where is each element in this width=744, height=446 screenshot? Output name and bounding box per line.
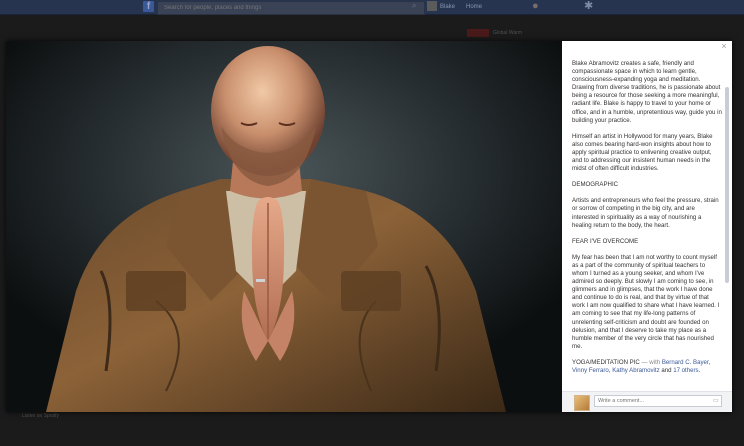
top-navigation-bar: f ⌕ Blake Home ● ✱ bbox=[0, 0, 744, 15]
tagged-person-link[interactable]: Kathy Abramovitz bbox=[612, 367, 659, 374]
tag-and: and bbox=[659, 367, 674, 374]
background-row-label: Global Warm bbox=[493, 30, 522, 36]
description-heading: DEMOGRAPHIC bbox=[572, 181, 619, 189]
photo[interactable] bbox=[6, 41, 562, 412]
search-icon[interactable]: ⌕ bbox=[412, 2, 420, 10]
tagged-others-link[interactable]: 17 others bbox=[673, 367, 698, 374]
photo-tags: YOGA/MEDITATION PIC — with Bernard C. Ba… bbox=[572, 359, 722, 375]
tagged-person-link[interactable]: Bernard C. Bayer bbox=[662, 359, 709, 366]
photo-description: Blake Abramovitz creates a safe, friendl… bbox=[572, 60, 722, 390]
close-icon[interactable]: × bbox=[720, 42, 728, 51]
description-paragraph: Blake Abramovitz creates a safe, friendl… bbox=[572, 60, 722, 124]
photo-viewer: × Blake Abramovitz creates a safe, frien… bbox=[6, 41, 732, 412]
tag-separator: , bbox=[708, 358, 711, 366]
photo-details-panel: × Blake Abramovitz creates a safe, frien… bbox=[562, 41, 732, 412]
background-item: Listen on Spotify bbox=[22, 413, 59, 419]
background-post-text bbox=[235, 412, 465, 446]
comment-bar: ▭ bbox=[562, 391, 732, 412]
camera-icon[interactable]: ▭ bbox=[713, 397, 719, 405]
comment-input[interactable] bbox=[594, 395, 722, 407]
facebook-logo-icon[interactable]: f bbox=[143, 1, 154, 12]
praying-man-photo bbox=[6, 41, 562, 412]
description-paragraph: Himself an artist in Hollywood for many … bbox=[572, 132, 713, 173]
avatar bbox=[574, 395, 590, 411]
tag-caption: YOGA/MEDITATION PIC bbox=[572, 358, 640, 366]
background-thumbnail bbox=[467, 28, 489, 37]
tag-period: . bbox=[698, 367, 701, 374]
background-row: Global Warm bbox=[467, 28, 577, 38]
description-paragraph: My fear has been that I am not worthy to… bbox=[572, 253, 720, 350]
tagged-person-link[interactable]: Vinny Ferraro bbox=[572, 367, 609, 374]
profile-name: Blake bbox=[440, 4, 456, 10]
background-right-column: Global Warm bbox=[467, 18, 577, 38]
description-paragraph: Artists and entrepreneurs who feel the p… bbox=[572, 197, 719, 229]
description-heading: FEAR I'VE OVERCOME bbox=[572, 237, 639, 245]
background-left-bottom: Listen on Spotify bbox=[22, 412, 59, 421]
notifications-globe-icon[interactable]: ● bbox=[532, 0, 539, 13]
tag-with: — with bbox=[639, 358, 662, 366]
background-row bbox=[467, 18, 577, 28]
description-scrollbar[interactable] bbox=[725, 87, 729, 283]
profile-link[interactable]: Blake bbox=[427, 1, 455, 13]
home-link[interactable]: Home bbox=[466, 1, 482, 13]
avatar bbox=[427, 1, 437, 12]
settings-gear-icon[interactable]: ✱ bbox=[584, 0, 593, 13]
search-input[interactable] bbox=[157, 1, 425, 15]
